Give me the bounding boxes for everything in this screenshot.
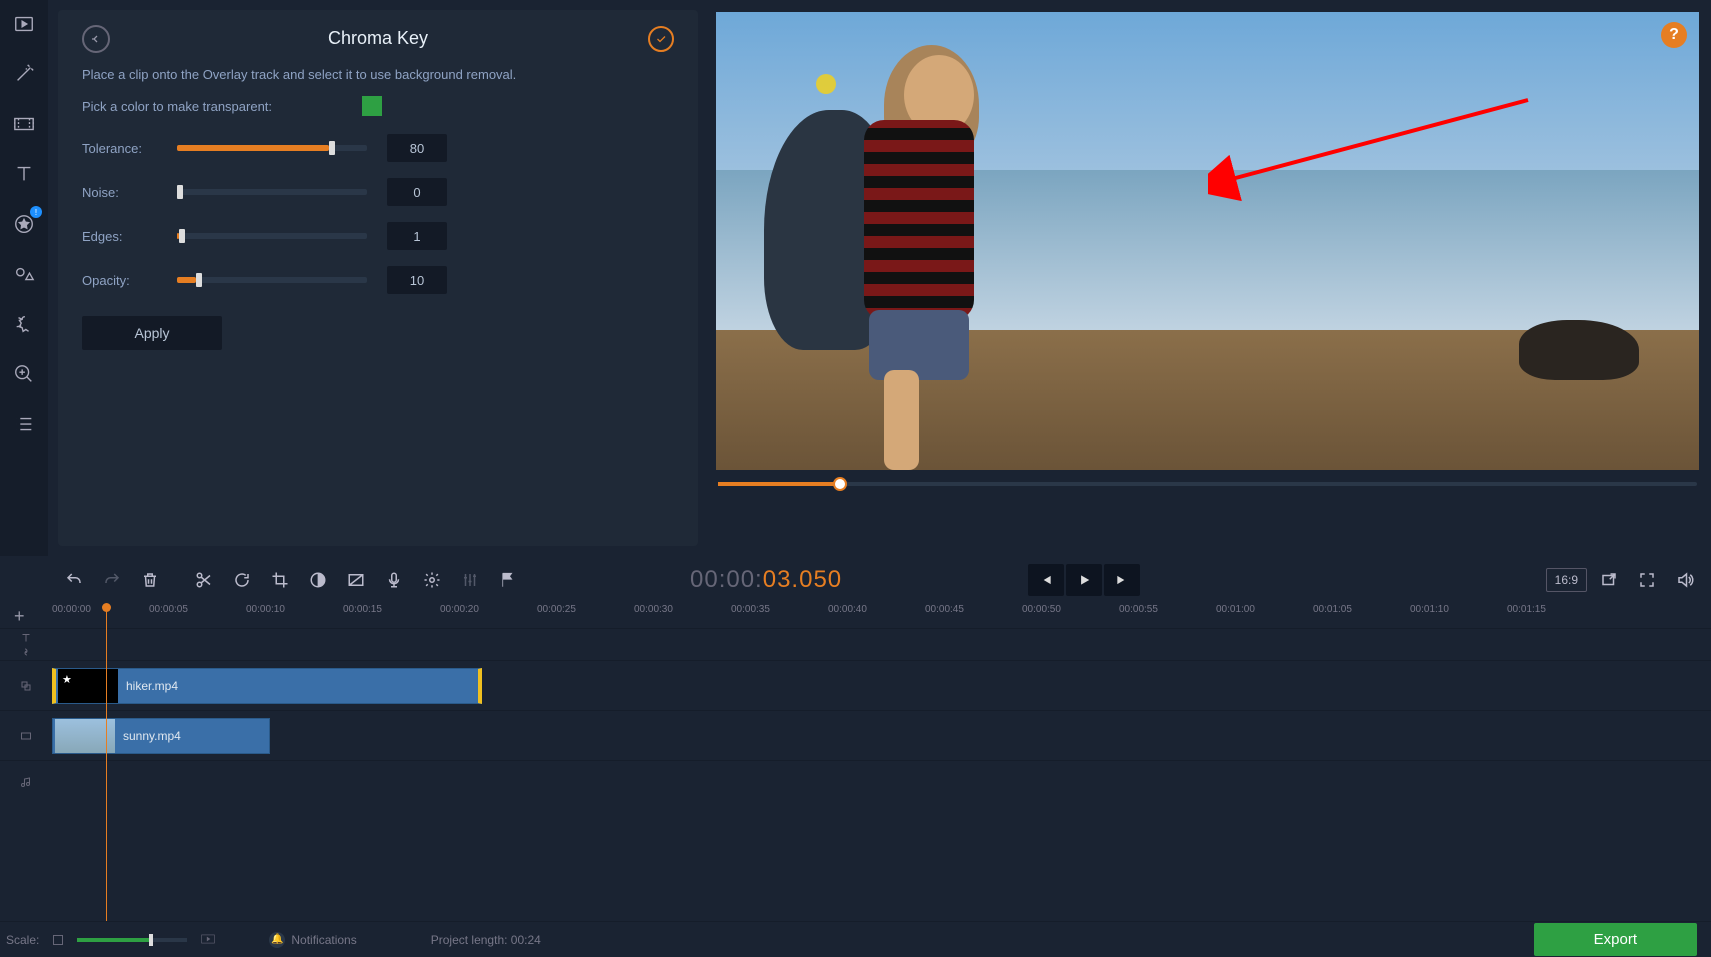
settings-button[interactable] — [416, 564, 448, 596]
ruler-mark: 00:00:45 — [925, 604, 1022, 628]
slider-label: Opacity: — [82, 273, 177, 288]
motion-icon[interactable] — [8, 308, 40, 340]
timeline: + 00:00:0000:00:0500:00:1000:00:1500:00:… — [0, 604, 1711, 921]
delete-button[interactable] — [134, 564, 166, 596]
detach-button[interactable] — [1593, 564, 1625, 596]
wand-icon[interactable] — [8, 58, 40, 90]
panel-title: Chroma Key — [328, 28, 428, 49]
slider-value[interactable]: 1 — [387, 222, 447, 250]
audio-track — [0, 760, 1711, 802]
video-track: sunny.mp4 — [0, 710, 1711, 760]
scale-label: Scale: — [6, 933, 39, 947]
timecode: 00:00:03.050 — [690, 566, 842, 595]
ruler-mark: 00:01:05 — [1313, 604, 1410, 628]
zoom-icon[interactable] — [8, 358, 40, 390]
slider-2[interactable] — [177, 233, 367, 239]
transition-button[interactable] — [340, 564, 372, 596]
pick-color-label: Pick a color to make transparent: — [82, 99, 272, 114]
export-button[interactable]: Export — [1534, 923, 1697, 956]
slider-1[interactable] — [177, 189, 367, 195]
text-icon[interactable] — [8, 158, 40, 190]
slider-value[interactable]: 80 — [387, 134, 447, 162]
slider-0[interactable] — [177, 145, 367, 151]
ruler-mark: 00:01:10 — [1410, 604, 1507, 628]
equalizer-button[interactable] — [454, 564, 486, 596]
clip-video[interactable]: sunny.mp4 — [52, 718, 270, 754]
bell-icon[interactable]: 🔔 — [269, 932, 285, 948]
marker-button[interactable] — [492, 564, 524, 596]
split-button[interactable] — [188, 564, 220, 596]
ruler-mark: 00:00:20 — [440, 604, 537, 628]
color-picker[interactable] — [362, 96, 382, 116]
chroma-key-panel: Chroma Key Place a clip onto the Overlay… — [58, 10, 698, 546]
undo-button[interactable] — [58, 564, 90, 596]
preview-area: ? — [708, 0, 1711, 556]
help-button[interactable]: ? — [1661, 22, 1687, 48]
ruler-mark: 00:00:30 — [634, 604, 731, 628]
project-length-value: 00:24 — [511, 933, 541, 947]
ruler-mark: 00:00:10 — [246, 604, 343, 628]
ruler-mark: 00:01:00 — [1216, 604, 1313, 628]
clip-label: hiker.mp4 — [126, 679, 178, 693]
prev-button[interactable] — [1028, 564, 1064, 596]
scale-slider[interactable] — [77, 938, 187, 942]
slider-3[interactable] — [177, 277, 367, 283]
clip-label: sunny.mp4 — [123, 729, 181, 743]
video-preview[interactable] — [716, 12, 1699, 470]
playhead[interactable] — [106, 604, 107, 921]
ruler-mark: 00:00:00 — [52, 604, 149, 628]
ruler-mark: 00:00:50 — [1022, 604, 1119, 628]
list-icon[interactable] — [8, 408, 40, 440]
apply-button[interactable]: Apply — [82, 316, 222, 350]
notifications-label[interactable]: Notifications — [291, 933, 356, 947]
badge-icon: ! — [30, 206, 42, 218]
fullscreen-button[interactable] — [1631, 564, 1663, 596]
add-track-button[interactable]: + — [14, 606, 25, 627]
tool-sidebar: ! — [0, 0, 48, 556]
project-length-label: Project length: — [431, 933, 508, 947]
slider-label: Edges: — [82, 229, 177, 244]
timeline-ruler[interactable]: + 00:00:0000:00:0500:00:1000:00:1500:00:… — [0, 604, 1711, 628]
controls-bar: 00:00:03.050 16:9 — [0, 556, 1711, 604]
play-button[interactable] — [1066, 564, 1102, 596]
slider-label: Noise: — [82, 185, 177, 200]
aspect-ratio-button[interactable]: 16:9 — [1546, 568, 1587, 592]
slider-value[interactable]: 10 — [387, 266, 447, 294]
ruler-mark: 00:01:15 — [1507, 604, 1604, 628]
ruler-mark: 00:00:35 — [731, 604, 828, 628]
ruler-mark: 00:00:40 — [828, 604, 925, 628]
favorites-icon[interactable]: ! — [8, 208, 40, 240]
color-adjust-button[interactable] — [302, 564, 334, 596]
slider-value[interactable]: 0 — [387, 178, 447, 206]
confirm-button[interactable] — [648, 26, 674, 52]
preview-scrubber[interactable] — [716, 482, 1699, 486]
filter-icon[interactable] — [8, 108, 40, 140]
rotate-button[interactable] — [226, 564, 258, 596]
ruler-mark: 00:00:55 — [1119, 604, 1216, 628]
crop-button[interactable] — [264, 564, 296, 596]
cursor-highlight — [816, 74, 836, 94]
back-button[interactable] — [82, 25, 110, 53]
panel-hint: Place a clip onto the Overlay track and … — [82, 67, 674, 82]
overlay-track: ★ hiker.mp4 — [0, 660, 1711, 710]
star-icon: ★ — [62, 673, 72, 686]
volume-button[interactable] — [1669, 564, 1701, 596]
media-icon[interactable] — [8, 8, 40, 40]
shapes-icon[interactable] — [8, 258, 40, 290]
record-button[interactable] — [378, 564, 410, 596]
ruler-mark: 00:00:25 — [537, 604, 634, 628]
clip-overlay[interactable]: ★ hiker.mp4 — [52, 668, 482, 704]
ruler-mark: 00:00:15 — [343, 604, 440, 628]
status-bar: Scale: 🔔 Notifications Project length: 00… — [0, 921, 1711, 957]
title-track — [0, 628, 1711, 660]
redo-button[interactable] — [96, 564, 128, 596]
next-button[interactable] — [1104, 564, 1140, 596]
ruler-mark: 00:00:05 — [149, 604, 246, 628]
scale-min-icon[interactable] — [53, 935, 63, 945]
scale-max-icon[interactable] — [201, 933, 215, 947]
slider-label: Tolerance: — [82, 141, 177, 156]
